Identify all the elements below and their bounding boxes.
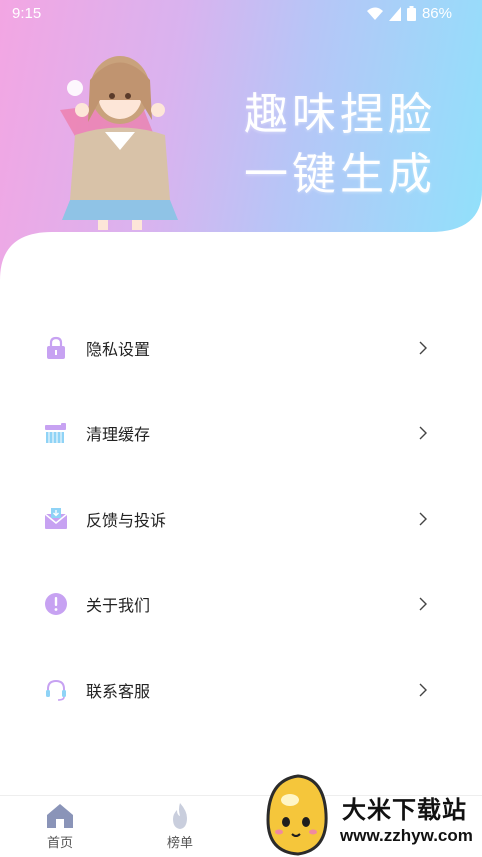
- menu-item-privacy[interactable]: 隐私设置: [0, 318, 482, 378]
- signal-icon: [388, 6, 401, 21]
- status-bar: 9:15 86%: [0, 0, 482, 28]
- mail-icon: [44, 508, 68, 529]
- chevron-right-icon: [419, 426, 427, 440]
- flame-icon: [173, 803, 187, 829]
- status-time: 9:15: [12, 5, 42, 22]
- watermark-url: www.zzhyw.com: [340, 826, 473, 845]
- tab-home[interactable]: 首页: [30, 802, 90, 851]
- menu-label-about: 关于我们: [86, 596, 151, 615]
- chevron-right-icon: [419, 597, 427, 611]
- menu-label-clear-cache: 清理缓存: [86, 425, 151, 444]
- wifi-icon: [366, 7, 383, 20]
- menu-item-feedback[interactable]: 反馈与投诉: [0, 489, 482, 549]
- banner-title-line1: 趣味捏脸: [244, 89, 436, 140]
- card-curve: [0, 190, 482, 300]
- mascot-logo: [266, 774, 328, 856]
- headset-icon: [46, 679, 66, 701]
- broom-icon: [45, 423, 66, 443]
- battery-icon: [406, 6, 416, 21]
- tab-label-home: 首页: [46, 836, 73, 851]
- status-icons: 86%: [366, 5, 452, 22]
- battery-level: 86%: [421, 5, 452, 22]
- watermark-name: 大米下载站: [342, 796, 467, 824]
- chevron-right-icon: [419, 683, 427, 697]
- watermark: 大米下载站 www.zzhyw.com: [262, 772, 482, 857]
- tab-ranking[interactable]: 榜单: [150, 802, 210, 851]
- menu-label-privacy: 隐私设置: [86, 340, 151, 359]
- menu-item-customer-service[interactable]: 联系客服: [0, 660, 482, 720]
- menu-label-customer-service: 联系客服: [86, 682, 151, 701]
- home-icon: [47, 804, 73, 828]
- tab-label-ranking: 榜单: [166, 836, 193, 851]
- menu-item-clear-cache[interactable]: 清理缓存: [0, 403, 482, 463]
- chevron-right-icon: [419, 341, 427, 355]
- menu-label-feedback: 反馈与投诉: [86, 511, 167, 530]
- info-icon: [45, 593, 67, 615]
- lock-icon: [47, 336, 65, 359]
- chevron-right-icon: [419, 512, 427, 526]
- menu-item-about[interactable]: 关于我们: [0, 574, 482, 634]
